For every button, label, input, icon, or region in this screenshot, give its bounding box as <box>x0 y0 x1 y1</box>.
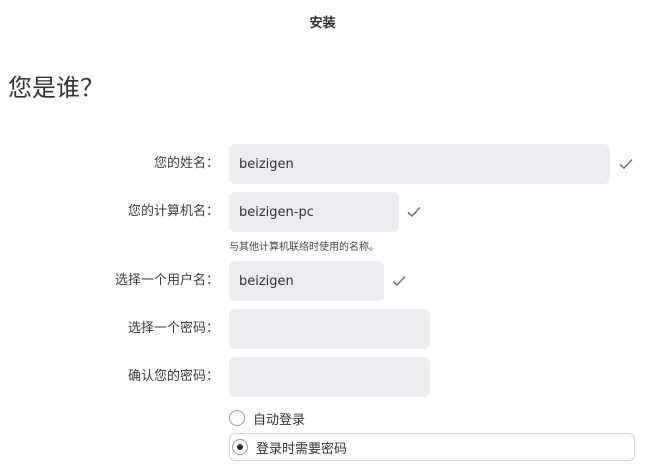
computer-name-check-icon <box>406 204 422 220</box>
name-input[interactable] <box>229 144 610 184</box>
confirm-password-input[interactable] <box>229 357 430 397</box>
auto-login-label: 自动登录 <box>253 412 306 428</box>
installer-window: 安装 您是谁？ 您的姓名： 您的计算机名： 与其他计算机联络时使用的名称。 选择… <box>0 0 645 469</box>
window-title: 安装 <box>309 16 336 31</box>
name-check-icon <box>618 156 634 172</box>
page-title: 您是谁？ <box>8 74 104 102</box>
username-input[interactable] <box>229 261 384 301</box>
computer-name-label: 您的计算机名： <box>127 204 219 219</box>
username-check-icon <box>391 273 407 289</box>
computer-name-hint: 与其他计算机联络时使用的名称。 <box>229 242 379 253</box>
password-label: 选择一个密码： <box>127 321 219 336</box>
computer-name-input[interactable] <box>229 192 399 232</box>
auto-login-option[interactable]: 自动登录 <box>229 404 305 432</box>
require-password-label: 登录时需要密码 <box>256 441 348 457</box>
username-label: 选择一个用户名： <box>114 273 219 288</box>
auto-login-radio[interactable] <box>229 410 245 426</box>
require-password-radio[interactable] <box>232 439 248 455</box>
require-password-option[interactable]: 登录时需要密码 <box>229 433 635 461</box>
name-label: 您的姓名： <box>153 156 219 171</box>
confirm-password-label: 确认您的密码： <box>127 369 219 384</box>
password-input[interactable] <box>229 309 430 349</box>
